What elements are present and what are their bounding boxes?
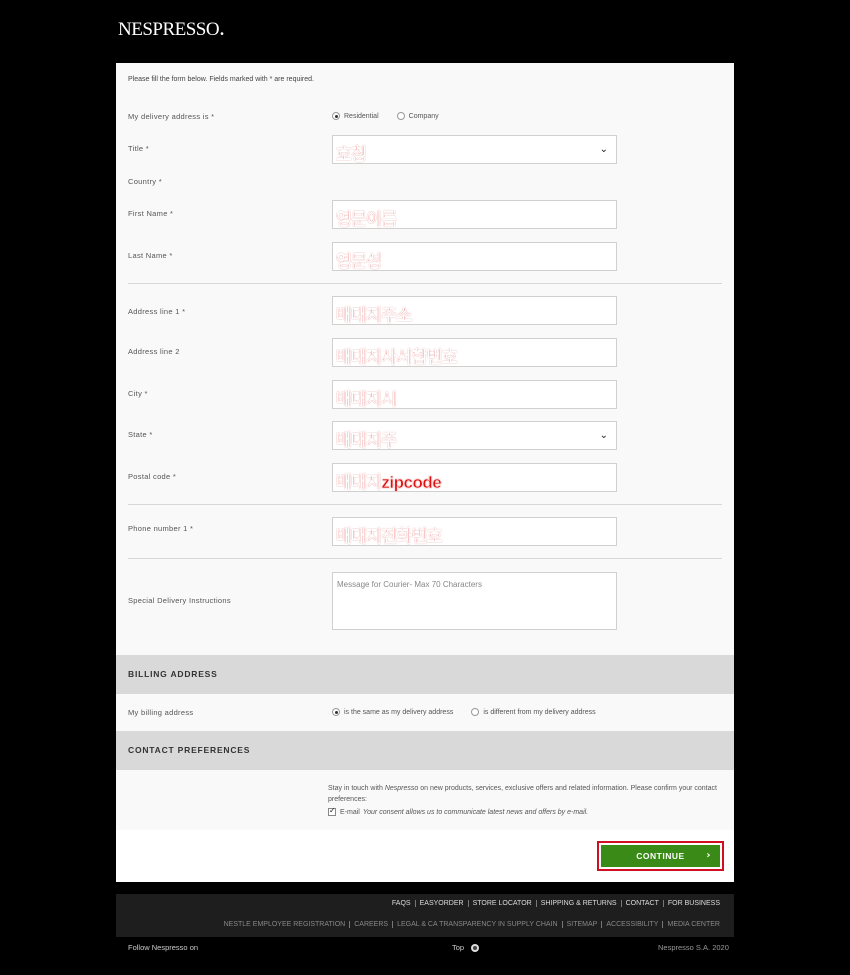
back-to-top[interactable]: Top <box>452 943 480 953</box>
state-select[interactable]: 배대지주 ⌄ <box>332 421 617 450</box>
city-input[interactable]: 배대지시 <box>332 380 617 409</box>
billing-heading: BILLING ADDRESS <box>128 669 218 679</box>
form-actions: CONTINUE › <box>116 830 734 882</box>
phone-input[interactable]: 배대지전화번호 <box>332 517 617 546</box>
footer-secondary-links: NESTLE EMPLOYEE REGISTRATION CAREERS LEG… <box>220 921 724 928</box>
footer-primary-links: FAQS EASYORDER STORE LOCATOR SHIPPING & … <box>388 900 724 907</box>
radio-billing-different[interactable]: is different from my delivery address <box>471 708 596 716</box>
postal-input[interactable]: 배대지zipcode <box>332 463 617 492</box>
radio-residential[interactable]: Residential <box>332 112 379 120</box>
footer-link-store-locator[interactable]: STORE LOCATOR <box>467 900 536 907</box>
radio-dot <box>396 112 405 120</box>
footer-link-accessibility[interactable]: ACCESSIBILITY <box>601 921 662 928</box>
footer-link-careers[interactable]: CAREERS <box>349 921 392 928</box>
radio-billing-same[interactable]: is the same as my delivery address <box>332 708 453 716</box>
city-label: City * <box>128 389 148 398</box>
chevron-down-icon: ⌄ <box>599 144 608 155</box>
divider <box>128 558 722 559</box>
follow-text: Follow Nespresso on <box>128 943 199 952</box>
phone-label: Phone number 1 * <box>128 524 194 533</box>
title-label: Title * <box>128 144 149 153</box>
contact-heading-band: CONTACT PREFERENCES <box>116 731 734 770</box>
address1-input[interactable]: 배대지주소 <box>332 296 617 325</box>
footer-link-shipping[interactable]: SHIPPING & RETURNS <box>535 900 621 907</box>
email-consent-row: E-mail Your consent allows us to communi… <box>328 806 588 816</box>
address1-label: Address line 1 * <box>128 307 186 316</box>
address2-input[interactable]: 배대지사서함번호 <box>332 338 617 367</box>
last-name-label: Last Name * <box>128 251 173 260</box>
nespresso-logo[interactable]: NESPRESSO. <box>118 15 225 41</box>
last-name-input[interactable]: 영문성 <box>332 242 617 271</box>
title-select[interactable]: 호칭 ⌄ <box>332 135 617 164</box>
delivery-type-radios: Residential Company <box>332 112 457 120</box>
contact-description: Stay in touch with Nespresso on new prod… <box>328 785 717 803</box>
divider <box>128 283 722 284</box>
contact-heading: CONTACT PREFERENCES <box>128 745 251 755</box>
country-label: Country * <box>128 177 162 186</box>
first-name-label: First Name * <box>128 209 174 218</box>
continue-highlight: CONTINUE › <box>597 841 724 871</box>
continue-button[interactable]: CONTINUE › <box>601 845 720 867</box>
form-intro: Please fill the form below. Fields marke… <box>128 76 314 83</box>
address2-label: Address line 2 <box>128 347 180 356</box>
postal-label: Postal code * <box>128 472 177 481</box>
first-name-input[interactable]: 영문이름 <box>332 200 617 229</box>
arrow-up-icon <box>471 944 480 953</box>
radio-dot <box>332 112 340 120</box>
delivery-type-label: My delivery address is * <box>128 112 215 121</box>
copyright: Nespresso S.A. 2020 <box>658 943 729 952</box>
footer-link-business[interactable]: FOR BUSINESS <box>662 900 724 907</box>
footer-link-contact[interactable]: CONTACT <box>620 900 663 907</box>
footer-link-media[interactable]: MEDIA CENTER <box>662 921 724 928</box>
footer-link-faqs[interactable]: FAQS <box>388 900 415 907</box>
delivery-form: Please fill the form below. Fields marke… <box>116 63 734 882</box>
radio-dot <box>332 708 340 716</box>
state-label: State * <box>128 430 153 439</box>
billing-heading-band: BILLING ADDRESS <box>116 655 734 694</box>
radio-dot <box>471 708 480 716</box>
billing-radios: is the same as my delivery address is di… <box>332 708 614 716</box>
site-header: NESPRESSO. <box>0 0 850 63</box>
footer-link-employee[interactable]: NESTLE EMPLOYEE REGISTRATION <box>220 921 350 928</box>
footer-link-easyorder[interactable]: EASYORDER <box>414 900 468 907</box>
radio-company[interactable]: Company <box>396 112 439 120</box>
chevron-down-icon: ⌄ <box>599 430 608 441</box>
footer-link-sitemap[interactable]: SITEMAP <box>561 921 602 928</box>
instructions-textarea[interactable]: Message for Courier- Max 70 Characters <box>332 572 617 630</box>
chevron-right-icon: › <box>706 850 711 861</box>
site-footer: FAQS EASYORDER STORE LOCATOR SHIPPING & … <box>116 894 734 937</box>
instructions-label: Special Delivery Instructions <box>128 596 231 605</box>
footer-link-legal[interactable]: LEGAL & CA TRANSPARENCY IN SUPPLY CHAIN <box>392 921 562 928</box>
email-checkbox[interactable] <box>328 806 336 816</box>
divider <box>128 504 722 505</box>
billing-label: My billing address <box>128 708 194 717</box>
